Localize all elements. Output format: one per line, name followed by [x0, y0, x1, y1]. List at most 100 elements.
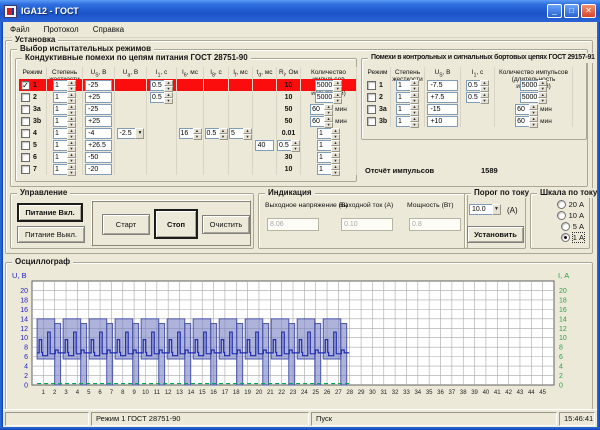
- spinner-arrows[interactable]: ▲ ▼: [67, 127, 76, 140]
- spinner-sev[interactable]: 1 ▲ ▼: [53, 163, 76, 176]
- spinner-t1[interactable]: 0.5 ▲ ▼: [466, 79, 489, 92]
- scale-option-20А[interactable]: 20 А: [556, 200, 584, 209]
- spinner-arrows[interactable]: ▲ ▼: [410, 103, 419, 116]
- mode-checkbox-2[interactable]: [367, 92, 376, 102]
- radio-icon[interactable]: [556, 211, 566, 220]
- spinner-sev[interactable]: 1 ▲ ▼: [396, 91, 419, 104]
- minimize-button[interactable]: _: [547, 4, 562, 18]
- mode-checkbox-3b[interactable]: [21, 116, 30, 126]
- mode-checkbox-2[interactable]: [21, 92, 30, 102]
- spinner-arrows[interactable]: ▲ ▼: [164, 79, 173, 92]
- spinner-arrows[interactable]: ▲ ▼: [529, 115, 539, 128]
- scale-option-10А[interactable]: 10 А: [556, 211, 584, 220]
- spinner-arrows[interactable]: ▲ ▼: [67, 115, 76, 128]
- spinner-arrows[interactable]: ▲ ▼: [291, 139, 300, 152]
- input-us[interactable]: -25: [85, 103, 112, 115]
- input-us[interactable]: -20: [85, 163, 112, 175]
- input-us[interactable]: -4: [85, 127, 112, 139]
- spinner-arrows[interactable]: ▲ ▼: [67, 91, 76, 104]
- spinner-arrows[interactable]: ▲ ▼: [480, 91, 489, 104]
- mode-checkbox-1[interactable]: ✓: [21, 80, 30, 90]
- spinner-arrows[interactable]: ▲ ▼: [324, 103, 334, 116]
- stop-button[interactable]: Стоп: [154, 209, 198, 239]
- spinner-arrows[interactable]: ▲ ▼: [480, 79, 489, 92]
- spinner-arrows[interactable]: ▲ ▼: [67, 163, 76, 176]
- spinner-count[interactable]: 5000 ▲ ▼: [314, 79, 343, 92]
- spinner-count[interactable]: 60 ▲ ▼: [310, 103, 334, 116]
- spinner-arrows[interactable]: ▲ ▼: [333, 91, 343, 104]
- spinner-arrows[interactable]: ▲ ▼: [331, 151, 340, 164]
- spinner-sev[interactable]: 1 ▲ ▼: [53, 79, 76, 92]
- mode-checkbox-6[interactable]: [21, 152, 30, 162]
- chevron-down-icon[interactable]: ▼: [492, 204, 501, 215]
- radio-icon[interactable]: [560, 222, 570, 231]
- spinner-sev[interactable]: 1 ▲ ▼: [53, 151, 76, 164]
- spinner-ri[interactable]: 0.5 ▲ ▼: [277, 139, 300, 152]
- spinner-sev[interactable]: 1 ▲ ▼: [53, 127, 76, 140]
- spinner-sev[interactable]: 1 ▲ ▼: [396, 103, 419, 116]
- spinner-t8[interactable]: 0.5 ▲ ▼: [204, 127, 228, 140]
- spinner-arrows[interactable]: ▲ ▼: [243, 127, 252, 140]
- spinner-arrows[interactable]: ▲ ▼: [67, 103, 76, 116]
- spinner-count[interactable]: 1 ▲ ▼: [317, 151, 340, 164]
- menu-3[interactable]: Справка: [86, 23, 131, 36]
- spinner-tf[interactable]: 5 ▲ ▼: [229, 127, 252, 140]
- mode-checkbox-7[interactable]: [21, 164, 30, 174]
- set-threshold-button[interactable]: Установить: [467, 226, 524, 243]
- input-us[interactable]: +25: [85, 91, 112, 103]
- input-us[interactable]: +7.5: [427, 91, 458, 103]
- spinner-arrows[interactable]: ▲ ▼: [67, 79, 76, 92]
- spinner-t1[interactable]: 0.5 ▲ ▼: [466, 91, 489, 104]
- spin-down-icon[interactable]: ▼: [410, 121, 419, 128]
- spin-down-icon[interactable]: ▼: [331, 169, 340, 176]
- spinner-arrows[interactable]: ▲ ▼: [331, 139, 340, 152]
- spinner-arrows[interactable]: ▲ ▼: [538, 79, 548, 92]
- spinner-sev[interactable]: 1 ▲ ▼: [396, 115, 419, 128]
- scale-option-5А[interactable]: 5 А: [560, 222, 584, 231]
- mode-checkbox-1[interactable]: [367, 80, 376, 90]
- spinner-arrows[interactable]: ▲ ▼: [333, 79, 343, 92]
- spinner-count[interactable]: 5000 ▲ ▼: [314, 91, 343, 104]
- spin-down-icon[interactable]: ▼: [529, 121, 539, 128]
- spinner-count[interactable]: 1 ▲ ▼: [317, 139, 340, 152]
- spinner-arrows[interactable]: ▲ ▼: [331, 127, 340, 140]
- spinner-count[interactable]: 60 ▲ ▼: [515, 103, 539, 116]
- radio-icon[interactable]: [560, 233, 570, 242]
- input-us[interactable]: -25: [85, 79, 112, 91]
- spinner-arrows[interactable]: ▲ ▼: [324, 115, 334, 128]
- spinner-count[interactable]: 5000 ▲ ▼: [519, 79, 548, 92]
- spinner-sev[interactable]: 1 ▲ ▼: [53, 139, 76, 152]
- spin-down-icon[interactable]: ▼: [67, 169, 76, 176]
- spinner-arrows[interactable]: ▲ ▼: [410, 115, 419, 128]
- input-us[interactable]: +10: [427, 115, 458, 127]
- power-on-button[interactable]: Питание Вкл.: [17, 203, 83, 222]
- start-button[interactable]: Старт: [102, 214, 150, 235]
- spinner-sev[interactable]: 1 ▲ ▼: [53, 91, 76, 104]
- input-us[interactable]: -15: [427, 103, 458, 115]
- mode-checkbox-3a[interactable]: [367, 104, 376, 114]
- input-us[interactable]: -7.5: [427, 79, 458, 91]
- spinner-sev[interactable]: 1 ▲ ▼: [53, 103, 76, 116]
- spinner-sev[interactable]: 1 ▲ ▼: [53, 115, 76, 128]
- spinner-arrows[interactable]: ▲ ▼: [410, 91, 419, 104]
- spinner-count[interactable]: 60 ▲ ▼: [515, 115, 539, 128]
- spinner-arrows[interactable]: ▲ ▼: [192, 127, 202, 140]
- input-us[interactable]: +26.5: [85, 139, 112, 151]
- chevron-down-icon[interactable]: ▼: [135, 127, 145, 139]
- spinner-arrows[interactable]: ▲ ▼: [67, 151, 76, 164]
- input-us[interactable]: -50: [85, 151, 112, 163]
- input-us[interactable]: +25: [85, 115, 112, 127]
- spinner-count[interactable]: 1 ▲ ▼: [317, 163, 340, 176]
- maximize-button[interactable]: □: [564, 4, 579, 18]
- mode-checkbox-3b[interactable]: [367, 116, 376, 126]
- spinner-count[interactable]: 60 ▲ ▼: [310, 115, 334, 128]
- current-threshold-select[interactable]: 10.0 ▼: [469, 204, 501, 215]
- clear-button[interactable]: Очистить: [202, 215, 250, 234]
- input-td[interactable]: 40: [254, 139, 275, 151]
- spinner-arrows[interactable]: ▲ ▼: [331, 163, 340, 176]
- close-button[interactable]: ✕: [581, 4, 596, 18]
- combo-ua[interactable]: -2.5 ▼: [116, 127, 145, 139]
- mode-checkbox-4[interactable]: [21, 128, 30, 138]
- spinner-count[interactable]: 5000 ▲ ▼: [519, 91, 548, 104]
- spinner-arrows[interactable]: ▲ ▼: [218, 127, 228, 140]
